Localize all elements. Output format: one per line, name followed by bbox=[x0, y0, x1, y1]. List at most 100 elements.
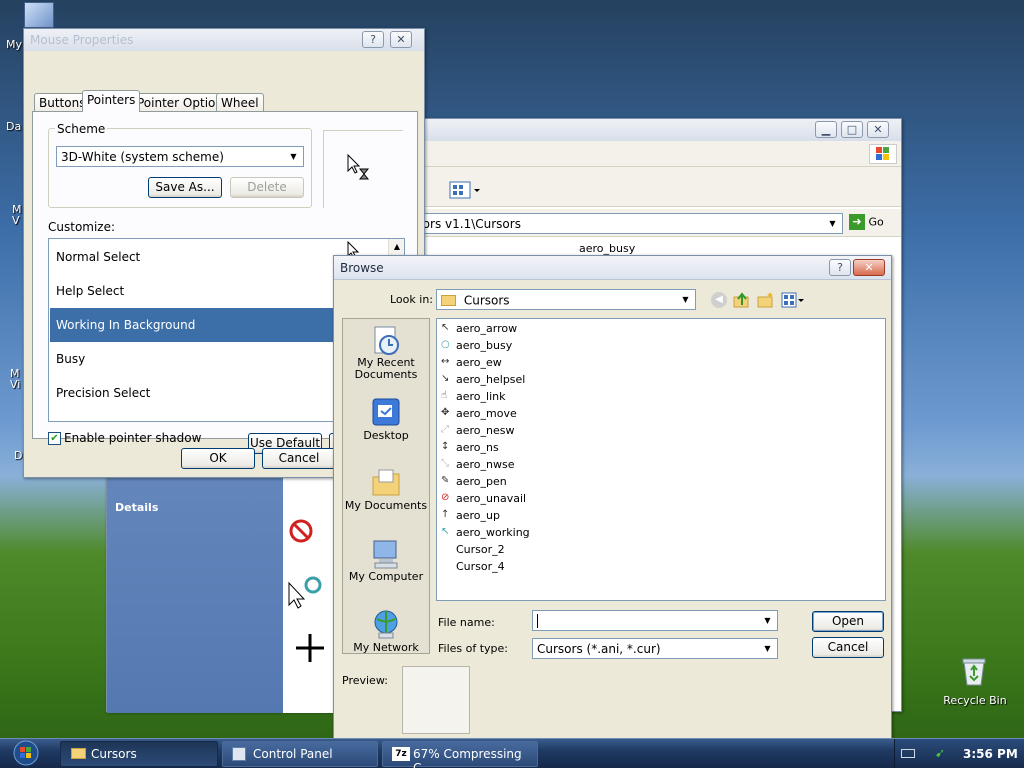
tab-pointers[interactable]: Pointers bbox=[82, 90, 141, 112]
browse-title: Browse bbox=[340, 261, 384, 275]
explorer-close-button[interactable]: ✕ bbox=[867, 121, 889, 138]
list-item[interactable]: ↘ aero_helpsel bbox=[441, 371, 525, 388]
taskbar-item-compressing[interactable]: 7z 67% Compressing C... bbox=[382, 741, 538, 768]
go-arrow-icon: ➜ bbox=[849, 214, 865, 230]
address-field[interactable]: olors v1.1\Cursors ▼ bbox=[407, 213, 843, 234]
taskbar-item-cursors[interactable]: Cursors bbox=[60, 741, 218, 767]
places-my-network[interactable]: My Network bbox=[343, 609, 429, 654]
7zip-icon: 7z bbox=[392, 747, 410, 761]
working-cursor-icon: ↖ bbox=[441, 526, 450, 537]
view-menu-icon[interactable] bbox=[781, 292, 805, 308]
move-cursor-icon: ✥ bbox=[441, 407, 450, 418]
tab-wheel[interactable]: Wheel bbox=[216, 93, 264, 111]
list-item[interactable]: ☝ aero_link bbox=[441, 388, 505, 405]
files-of-type-label: Files of type: bbox=[438, 642, 509, 655]
chevron-down-icon: ▼ bbox=[290, 152, 297, 161]
chevron-down-icon: ▼ bbox=[682, 295, 689, 304]
scroll-up-arrow-icon[interactable]: ▲ bbox=[390, 240, 404, 254]
list-item[interactable]: ✥ aero_move bbox=[441, 405, 517, 422]
places-my-documents[interactable]: My Documents bbox=[343, 467, 429, 512]
my-computer-icon bbox=[371, 538, 401, 570]
places-label: My Network bbox=[353, 641, 419, 654]
start-button[interactable] bbox=[4, 740, 50, 767]
address-text: olors v1.1\Cursors bbox=[412, 217, 521, 231]
places-label: My Computer bbox=[348, 570, 424, 583]
back-icon[interactable]: ◀ bbox=[711, 292, 727, 308]
cursor-preview-box bbox=[323, 130, 403, 208]
list-item[interactable]: Cursor_4 bbox=[441, 558, 505, 575]
list-item[interactable]: ↔ aero_ew bbox=[441, 354, 502, 371]
unavailable-cursor-icon: ⊘ bbox=[441, 492, 450, 503]
list-item[interactable]: ⤢ aero_nesw bbox=[441, 422, 515, 439]
mouse-properties-title: Mouse Properties bbox=[30, 33, 134, 47]
go-button[interactable]: ➜ Go bbox=[849, 214, 884, 232]
arrow-cursor-icon: ↖ bbox=[441, 322, 450, 333]
preview-label: Preview: bbox=[342, 674, 388, 687]
desktop-icon-label-4[interactable]: M Vi bbox=[10, 368, 24, 390]
customize-label: Customize: bbox=[48, 220, 116, 234]
keyboard-icon[interactable] bbox=[901, 749, 915, 758]
list-item[interactable]: ↕ aero_ns bbox=[441, 439, 499, 456]
list-item[interactable]: ↑ aero_up bbox=[441, 507, 500, 524]
helpsel-cursor-icon: ↘ bbox=[441, 373, 450, 384]
details-heading[interactable]: Details bbox=[115, 501, 158, 514]
look-in-select[interactable]: Cursors ▼ bbox=[436, 289, 696, 310]
close-button[interactable]: ✕ bbox=[390, 31, 412, 48]
explorer-minimize-button[interactable]: ▁ bbox=[815, 121, 837, 138]
shadow-checkbox[interactable]: ✔ bbox=[48, 432, 61, 445]
look-in-label: Look in: bbox=[390, 293, 433, 306]
up-folder-icon[interactable] bbox=[733, 291, 751, 309]
list-item[interactable]: ⊘ aero_unavail bbox=[441, 490, 526, 507]
folder-icon bbox=[71, 748, 86, 759]
new-folder-icon[interactable] bbox=[757, 291, 775, 309]
file-list[interactable]: ↖ aero_arrow ○ aero_busy ↔ aero_ew ↘ aero_he… bbox=[436, 318, 886, 601]
precision-cursor-icon bbox=[295, 633, 325, 663]
desktop-icon-label-1[interactable]: My bbox=[6, 38, 22, 51]
list-item[interactable]: ↖ aero_working bbox=[441, 524, 530, 541]
recycle-bin-icon[interactable] bbox=[960, 656, 988, 686]
places-desktop[interactable]: Desktop bbox=[343, 397, 429, 442]
explorer-content-area bbox=[283, 459, 333, 713]
files-of-type-select[interactable]: Cursors (*.ani, *.cur) ▼ bbox=[532, 638, 778, 659]
places-recent-documents[interactable]: My Recent Documents bbox=[343, 325, 429, 381]
busy-cursor-icon: ○ bbox=[441, 339, 450, 350]
taskbar-item-control-panel[interactable]: Control Panel bbox=[222, 741, 378, 767]
clock[interactable]: 3:56 PM bbox=[963, 747, 1018, 761]
list-item[interactable]: ⤡ aero_nwse bbox=[441, 456, 515, 473]
desktop-icon-label-5[interactable]: D bbox=[14, 449, 22, 462]
cancel-button[interactable]: Cancel bbox=[812, 637, 884, 658]
save-as-button[interactable]: Save As... bbox=[148, 177, 222, 198]
help-button[interactable]: ? bbox=[362, 31, 384, 48]
windows-logo-icon bbox=[869, 144, 897, 164]
chevron-down-icon[interactable]: ▼ bbox=[760, 613, 775, 628]
browse-help-button[interactable]: ? bbox=[829, 259, 851, 276]
cancel-button[interactable]: Cancel bbox=[262, 448, 336, 469]
list-item[interactable]: ↖ aero_arrow bbox=[441, 320, 517, 337]
views-icon[interactable] bbox=[449, 181, 483, 199]
recent-documents-icon bbox=[371, 325, 401, 357]
browse-close-button[interactable]: ✕ bbox=[853, 259, 885, 276]
explorer-file-first[interactable]: aero_busy bbox=[579, 242, 635, 255]
recycle-bin-label[interactable]: Recycle Bin bbox=[940, 694, 1010, 707]
delete-button[interactable]: Delete bbox=[230, 177, 304, 198]
nesw-cursor-icon: ⤢ bbox=[441, 424, 449, 435]
taskbar-label: 67% Compressing C... bbox=[413, 747, 522, 768]
explorer-maximize-button[interactable]: □ bbox=[841, 121, 863, 138]
open-button[interactable]: Open bbox=[812, 611, 884, 632]
ok-button[interactable]: OK bbox=[181, 448, 255, 469]
scheme-select[interactable]: 3D-White (system scheme) ▼ bbox=[56, 146, 304, 167]
places-my-computer[interactable]: My Computer bbox=[343, 538, 429, 583]
address-dropdown-icon[interactable]: ▼ bbox=[825, 216, 840, 231]
file-name-input[interactable]: ▼ bbox=[532, 610, 778, 631]
scheme-label: Scheme bbox=[55, 122, 108, 136]
my-computer-icon[interactable] bbox=[24, 2, 54, 28]
desktop-icon-label-2[interactable]: Da bbox=[6, 120, 21, 133]
safely-remove-icon[interactable]: ➹ bbox=[935, 746, 949, 760]
preview-box bbox=[402, 666, 470, 734]
taskbar: Cursors Control Panel 7z 67% Compressing… bbox=[0, 738, 1024, 768]
busy-cursor-preview-icon bbox=[346, 153, 372, 183]
list-item[interactable]: Cursor_2 bbox=[441, 541, 505, 558]
list-item[interactable]: ○ aero_busy bbox=[441, 337, 512, 354]
nwse-cursor-icon: ⤡ bbox=[441, 458, 449, 469]
list-item[interactable]: ✎ aero_pen bbox=[441, 473, 507, 490]
